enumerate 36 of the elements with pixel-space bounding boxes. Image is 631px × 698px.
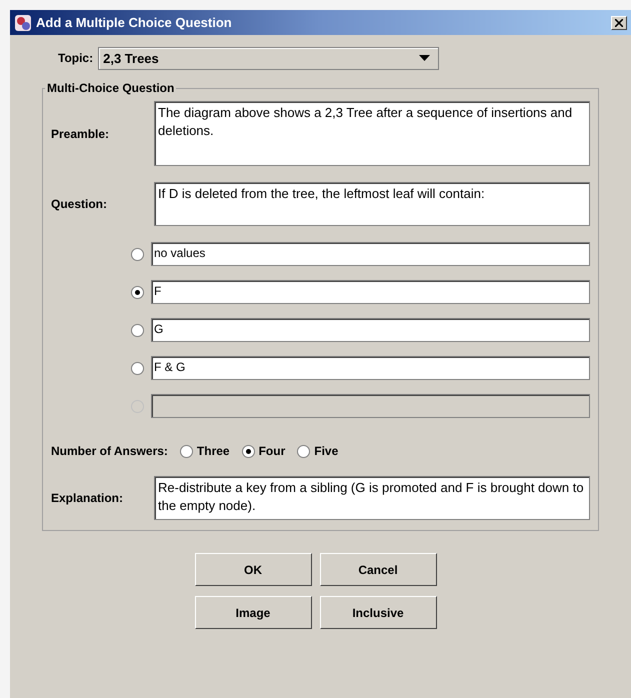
option-label: Five <box>314 444 338 458</box>
explanation-label: Explanation: <box>51 491 124 505</box>
dropdown-arrow-icon <box>419 55 430 61</box>
dialog-button[interactable]: OK <box>194 553 312 586</box>
explanation-field[interactable]: Re-distribute a key from a sibling (G is promoted and F is brought down to the empty node). <box>154 476 590 520</box>
close-icon <box>615 18 623 26</box>
close-button[interactable] <box>611 16 627 30</box>
option-label: Four <box>258 444 286 458</box>
dialog-button[interactable]: Cancel <box>320 553 436 586</box>
topic-dropdown[interactable]: 2,3 Trees <box>98 46 440 70</box>
answer-radio[interactable] <box>131 324 144 336</box>
answer-count-radio[interactable] <box>180 444 193 458</box>
question-label: Question: <box>51 197 108 211</box>
answer-field[interactable]: F & G <box>151 356 590 380</box>
number-of-answers-label: Number of Answers: <box>51 444 168 458</box>
answer-radio[interactable] <box>131 362 144 374</box>
answer-count-radio[interactable] <box>297 444 310 458</box>
answer-count-radio[interactable] <box>242 444 255 458</box>
dialog-button[interactable]: Image <box>194 596 312 629</box>
answer-count-option[interactable]: Four <box>242 444 286 458</box>
app-icon <box>14 14 32 32</box>
window-title: Add a Multiple Choice Question <box>36 15 233 30</box>
preamble-label: Preamble: <box>51 126 110 140</box>
answer-count-option[interactable]: Three <box>180 444 230 458</box>
preamble-field[interactable]: The diagram above shows a 2,3 Tree after a sequence of insertions and deletions. <box>154 101 590 166</box>
dialog-button[interactable]: Inclusive <box>320 596 436 629</box>
group-title: Multi-Choice Question <box>46 81 176 95</box>
answer-field[interactable]: F <box>151 280 590 304</box>
answer-field[interactable]: no values <box>151 242 590 266</box>
answer-radio[interactable] <box>131 286 144 298</box>
answer-radio[interactable] <box>131 248 144 260</box>
answer-count-option[interactable]: Five <box>297 444 338 458</box>
answer-field[interactable]: G <box>151 318 590 342</box>
question-field[interactable]: If D is deleted from the tree, the leftmost leaf will contain: <box>154 182 590 226</box>
topic-label: Topic: <box>58 51 94 65</box>
option-label: Three <box>196 444 230 458</box>
